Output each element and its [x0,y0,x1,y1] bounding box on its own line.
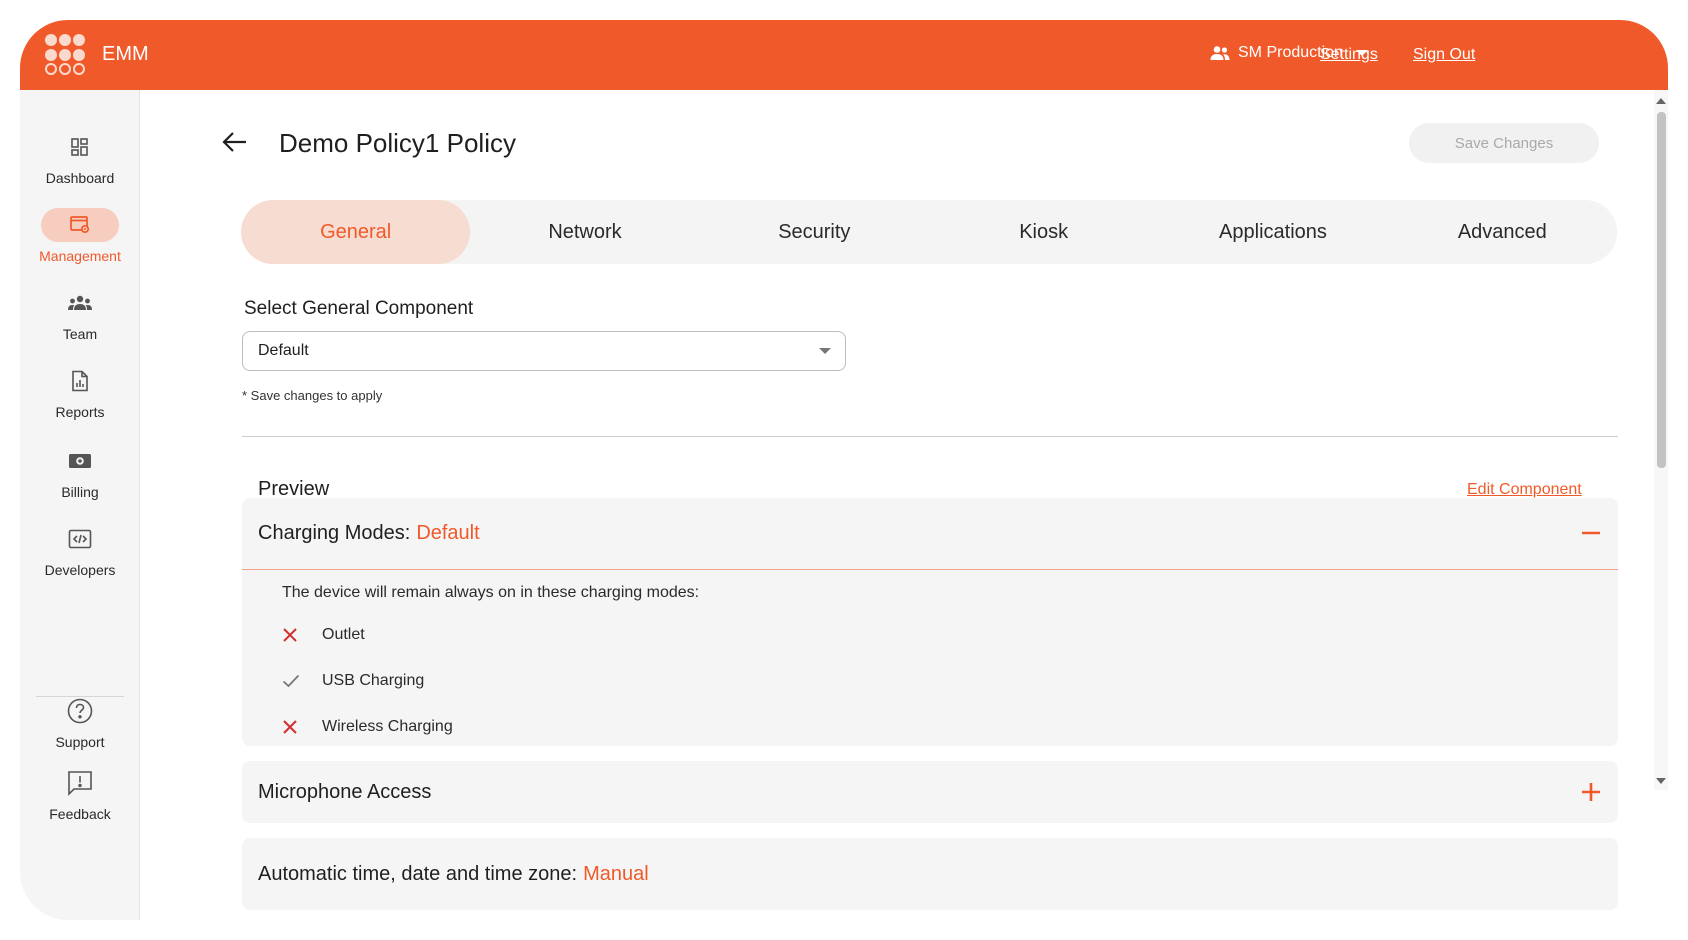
help-icon [67,698,93,724]
policy-tabs: General Network Security Kiosk Applicati… [241,200,1617,264]
scrollbar[interactable] [1654,90,1668,790]
team-icon [68,295,92,310]
sidebar-item-management[interactable]: Management [20,208,140,264]
sidebar-item-label: Dashboard [45,170,115,186]
app-logo[interactable] [45,34,87,76]
charging-modes-card: Charging Modes: Default The device will … [242,498,1618,746]
automatic-time-header[interactable]: Automatic time, date and time zone: Manu… [242,838,1618,910]
app-window: EMM SM Production Settings Sign Out Dash… [20,20,1668,920]
cross-icon [283,628,297,642]
option-label: Wireless Charging [322,718,453,735]
expand-plus-icon[interactable] [1580,781,1602,803]
tab-general[interactable]: General [241,200,471,264]
option-label: USB Charging [322,672,425,689]
charging-modes-body: The device will remain always on in thes… [242,570,1618,750]
sidebar-item-label: Support [55,734,105,750]
collapse-icon[interactable] [1580,522,1602,544]
main-content: Demo Policy1 Policy Save Changes General… [141,90,1668,920]
sidebar-item-label: Team [62,326,98,342]
developers-icon [68,529,92,549]
microphone-access-card: Microphone Access [242,761,1618,823]
scrollbar-thumb[interactable] [1657,112,1666,468]
tab-network[interactable]: Network [470,200,699,264]
sidebar-item-reports[interactable]: Reports [20,364,140,420]
section-divider [242,436,1618,437]
tab-kiosk[interactable]: Kiosk [929,200,1158,264]
sidebar: Dashboard Management Team Reports Billin… [20,90,140,920]
sidebar-item-label: Reports [55,404,105,420]
people-icon [1210,46,1230,60]
card-value: Manual [583,862,649,885]
management-icon [70,216,90,234]
tab-security[interactable]: Security [700,200,929,264]
scroll-down-arrow-icon[interactable] [1656,778,1666,784]
card-value: Default [416,522,480,544]
sidebar-item-team[interactable]: Team [20,286,140,342]
reports-icon [72,370,88,392]
charging-modes-description: The device will remain always on in thes… [282,584,700,601]
settings-link[interactable]: Settings [1320,46,1378,64]
sidebar-item-dashboard[interactable]: Dashboard [20,130,140,186]
sign-out-link[interactable]: Sign Out [1413,46,1475,64]
sidebar-item-label: Billing [61,484,99,500]
option-label: Outlet [322,626,365,643]
sidebar-item-billing[interactable]: Billing [20,444,140,500]
scroll-up-arrow-icon[interactable] [1656,98,1666,104]
sidebar-item-label: Management [39,248,121,264]
dropdown-caret-icon [819,348,831,354]
sidebar-item-label: Feedback [49,806,111,822]
sidebar-item-developers[interactable]: Developers [20,522,140,578]
back-arrow-icon[interactable] [221,130,249,154]
save-hint: * Save changes to apply [242,388,383,403]
check-icon [282,674,300,688]
component-select[interactable]: Default [242,331,846,371]
feedback-icon [68,771,92,796]
tab-advanced[interactable]: Advanced [1388,200,1617,264]
cross-icon [283,720,297,734]
edit-component-link[interactable]: Edit Component [1467,481,1582,499]
app-brand: EMM [102,43,149,65]
tab-applications[interactable]: Applications [1158,200,1387,264]
card-title: Microphone Access [258,780,432,803]
sidebar-item-label: Developers [44,562,116,578]
list-item: Outlet [282,612,1618,658]
dashboard-icon [71,138,88,156]
component-select-label: Select General Component [244,298,474,319]
sidebar-item-feedback[interactable]: Feedback [20,766,140,822]
billing-icon [69,454,91,468]
card-title: Charging Modes: [258,522,411,544]
page-title: Demo Policy1 Policy [279,128,516,158]
component-select-value: Default [258,342,309,359]
list-item: USB Charging [282,658,1618,704]
automatic-time-card: Automatic time, date and time zone: Manu… [242,838,1618,910]
list-item: Wireless Charging [282,704,1618,750]
top-bar: EMM SM Production Settings Sign Out [20,20,1668,90]
sidebar-item-support[interactable]: Support [20,694,140,750]
charging-modes-header[interactable]: Charging Modes: Default [242,498,1618,570]
card-title: Automatic time, date and time zone: [258,862,578,885]
save-changes-button[interactable]: Save Changes [1409,123,1599,163]
microphone-access-header[interactable]: Microphone Access [242,761,1618,823]
